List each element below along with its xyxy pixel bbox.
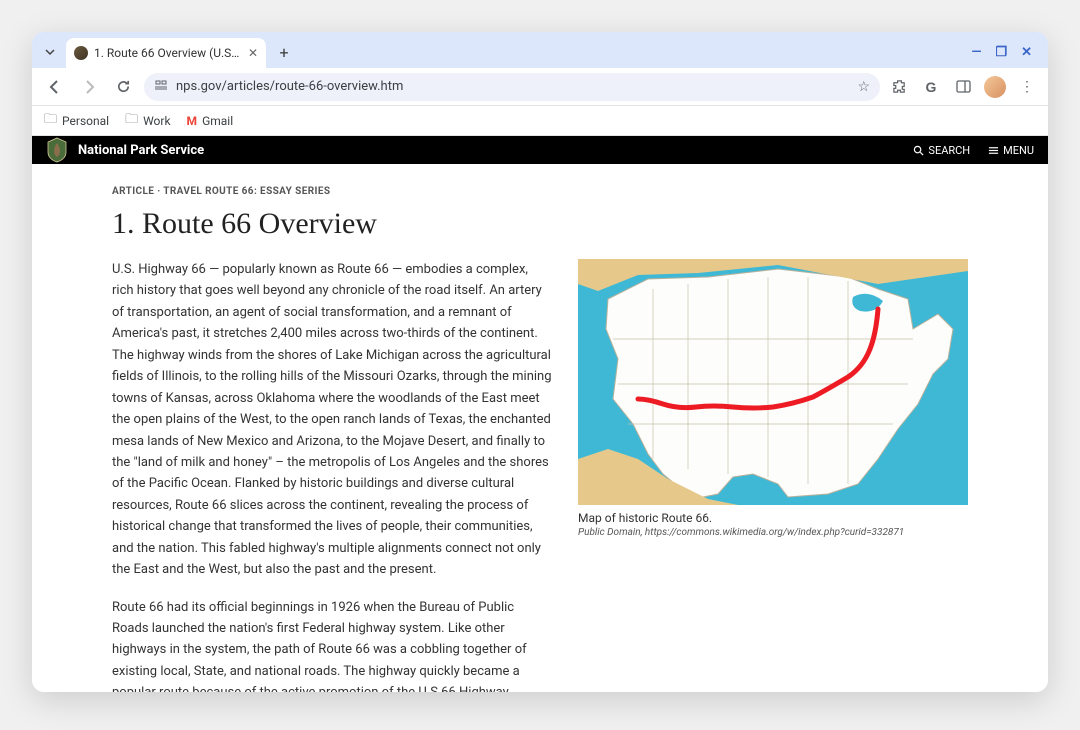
- extensions-icon[interactable]: [888, 76, 910, 98]
- address-bar[interactable]: nps.gov/articles/route-66-overview.htm ☆: [144, 73, 880, 101]
- map-credit: Public Domain, https://commons.wikimedia…: [578, 527, 968, 538]
- bookmark-personal[interactable]: 🗀 Personal: [44, 110, 109, 132]
- reload-button[interactable]: [110, 74, 136, 100]
- paragraph-1: U.S. Highway 66 — popularly known as Rou…: [112, 259, 552, 581]
- gmail-icon: M: [187, 114, 198, 128]
- window-controls: — ❐ ✕: [972, 45, 1040, 60]
- page-title: 1. Route 66 Overview: [112, 207, 968, 241]
- nps-search-button[interactable]: SEARCH: [913, 144, 970, 157]
- profile-avatar[interactable]: [984, 76, 1006, 98]
- bookmark-label: Work: [143, 114, 170, 128]
- bookmarks-bar: 🗀 Personal 🗀 Work M Gmail: [32, 106, 1048, 136]
- bookmark-gmail[interactable]: M Gmail: [187, 114, 234, 128]
- nps-menu-button[interactable]: MENU: [988, 144, 1034, 157]
- minimize-icon[interactable]: —: [972, 45, 982, 60]
- sidepanel-icon[interactable]: [952, 76, 974, 98]
- breadcrumb-article: ARTICLE: [112, 186, 154, 197]
- folder-icon: 🗀: [44, 110, 57, 132]
- tab-search-dropdown[interactable]: [40, 42, 60, 62]
- url-text: nps.gov/articles/route-66-overview.htm: [176, 79, 849, 94]
- map-caption: Map of historic Route 66.: [578, 511, 968, 525]
- paragraph-2: Route 66 had its official beginnings in …: [112, 597, 552, 692]
- browser-window: 1. Route 66 Overview (U.S. Nat ✕ + — ❐ ✕…: [32, 32, 1048, 692]
- extension-icons: G ⋮: [888, 76, 1038, 98]
- folder-icon: 🗀: [125, 110, 138, 132]
- google-icon[interactable]: G: [920, 76, 942, 98]
- site-info-icon[interactable]: [154, 79, 168, 94]
- browser-tab-active[interactable]: 1. Route 66 Overview (U.S. Nat ✕: [66, 38, 266, 68]
- nps-header: National Park Service SEARCH MENU: [32, 136, 1048, 164]
- nps-logo-icon[interactable]: [46, 137, 68, 163]
- restore-icon[interactable]: ❐: [995, 45, 1007, 60]
- map-figure: Map of historic Route 66. Public Domain,…: [578, 259, 968, 692]
- close-window-icon[interactable]: ✕: [1021, 45, 1032, 60]
- new-tab-button[interactable]: +: [272, 40, 296, 64]
- bookmark-label: Personal: [62, 114, 109, 128]
- bookmark-work[interactable]: 🗀 Work: [125, 110, 170, 132]
- article-body: ARTICLE · TRAVEL ROUTE 66: ESSAY SERIES …: [32, 164, 1048, 692]
- tab-strip: 1. Route 66 Overview (U.S. Nat ✕ + — ❐ ✕: [32, 32, 1048, 68]
- back-button[interactable]: [42, 74, 68, 100]
- breadcrumb-series-link[interactable]: TRAVEL ROUTE 66: ESSAY SERIES: [163, 186, 330, 197]
- breadcrumb: ARTICLE · TRAVEL ROUTE 66: ESSAY SERIES: [112, 186, 968, 197]
- tab-title: 1. Route 66 Overview (U.S. Nat: [94, 46, 242, 60]
- close-tab-icon[interactable]: ✕: [248, 46, 258, 60]
- nps-site-title[interactable]: National Park Service: [78, 143, 204, 158]
- forward-button[interactable]: [76, 74, 102, 100]
- bookmark-label: Gmail: [202, 114, 233, 128]
- bookmark-star-icon[interactable]: ☆: [857, 79, 870, 95]
- browser-menu-icon[interactable]: ⋮: [1016, 76, 1038, 98]
- map-image: [578, 259, 968, 505]
- favicon-icon: [74, 46, 88, 60]
- page-content: National Park Service SEARCH MENU ARTICL…: [32, 136, 1048, 692]
- browser-toolbar: nps.gov/articles/route-66-overview.htm ☆…: [32, 68, 1048, 106]
